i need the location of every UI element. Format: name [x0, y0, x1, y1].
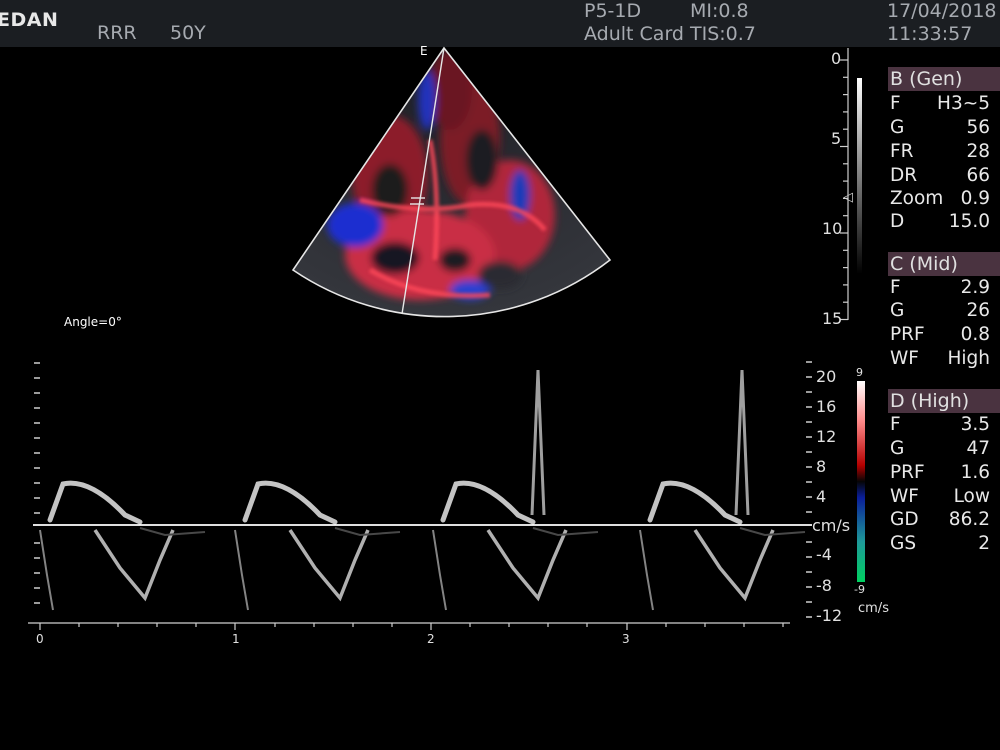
reverse-flow-trace — [486, 529, 568, 602]
forward-flow-trace — [242, 480, 338, 525]
d-param-row: GS 2 — [890, 533, 990, 554]
d-mode-title: D (High) — [888, 389, 1000, 413]
reverse-flow-trace — [288, 529, 370, 602]
time-tick-label: 3 — [622, 632, 630, 646]
velocity-spike — [530, 369, 546, 516]
c-param-row: WF High — [890, 348, 990, 369]
reverse-flow-trace — [234, 529, 249, 611]
velocity-tick-label: -8 — [816, 576, 832, 595]
velocity-spike — [734, 369, 750, 516]
velocity-tick-label: -12 — [816, 606, 843, 625]
color-velocity-bar — [857, 381, 865, 582]
reverse-flow-trace — [693, 529, 775, 602]
depth-tick-label: 10 — [822, 219, 843, 238]
color-bar-min: -9 — [854, 583, 865, 596]
d-param-row: PRF 1.6 — [890, 462, 990, 483]
b-param-row: D 15.0 — [890, 211, 990, 232]
ultrasound-screen: EDAN RRR 50Y P5-1D Adult Card MI:0.8 TIS… — [0, 0, 1000, 750]
time-tick-label: 2 — [427, 632, 435, 646]
forward-flow-trace — [47, 480, 143, 525]
b-param-row: G 56 — [890, 117, 990, 138]
d-param-row: GD 86.2 — [890, 509, 990, 530]
c-param-row: G 26 — [890, 300, 990, 321]
forward-flow-trace — [440, 480, 536, 525]
depth-tick-label: 5 — [831, 129, 842, 148]
reverse-flow-trace — [93, 529, 175, 602]
c-mode-title: C (Mid) — [888, 252, 1000, 276]
velocity-tick-label: 12 — [816, 427, 837, 446]
color-bar-unit: cm/s — [858, 601, 889, 616]
velocity-tick-label: -4 — [816, 545, 832, 564]
velocity-unit-label: cm/s — [812, 516, 851, 535]
reverse-flow-trace — [432, 529, 447, 611]
color-doppler-sector — [291, 46, 612, 318]
color-bar-max: 9 — [856, 366, 863, 379]
velocity-tick-label: 20 — [816, 367, 837, 386]
forward-flow-trace — [647, 480, 743, 525]
b-param-row: Zoom 0.9 — [890, 188, 990, 209]
d-param-row: WF Low — [890, 486, 990, 507]
focus-marker-icon: ◁ — [843, 190, 853, 205]
cardiac-cycle-trace — [234, 480, 401, 611]
velocity-tick-label: 8 — [816, 457, 827, 476]
doppler-spectrum — [28, 361, 812, 630]
time-tick-label: 1 — [232, 632, 240, 646]
b-param-row: DR 66 — [890, 165, 990, 186]
b-mode-title: B (Gen) — [888, 67, 1000, 91]
depth-tick-label: 0 — [831, 49, 842, 68]
d-param-row: F 3.5 — [890, 414, 990, 435]
depth-tick-label: 15 — [822, 309, 843, 328]
cardiac-cycle-trace — [639, 369, 806, 611]
time-tick-label: 0 — [36, 632, 44, 646]
angle-readout: Angle=0° — [64, 315, 122, 329]
velocity-tick-label: 4 — [816, 487, 827, 506]
cardiac-cycle-trace — [432, 369, 599, 611]
reverse-flow-trace — [639, 529, 654, 611]
cardiac-cycle-trace — [39, 480, 206, 611]
imaging-area — [28, 46, 865, 630]
b-param-row: F H3~5 — [890, 93, 990, 114]
d-param-row: G 47 — [890, 438, 990, 459]
b-param-row: FR 28 — [890, 141, 990, 162]
depth-scale — [840, 48, 862, 321]
velocity-tick-label: 16 — [816, 397, 837, 416]
reverse-flow-trace — [39, 529, 54, 611]
c-param-row: PRF 0.8 — [890, 324, 990, 345]
sector-label: E — [420, 44, 428, 58]
c-param-row: F 2.9 — [890, 277, 990, 298]
gray-scale-bar — [857, 78, 862, 274]
